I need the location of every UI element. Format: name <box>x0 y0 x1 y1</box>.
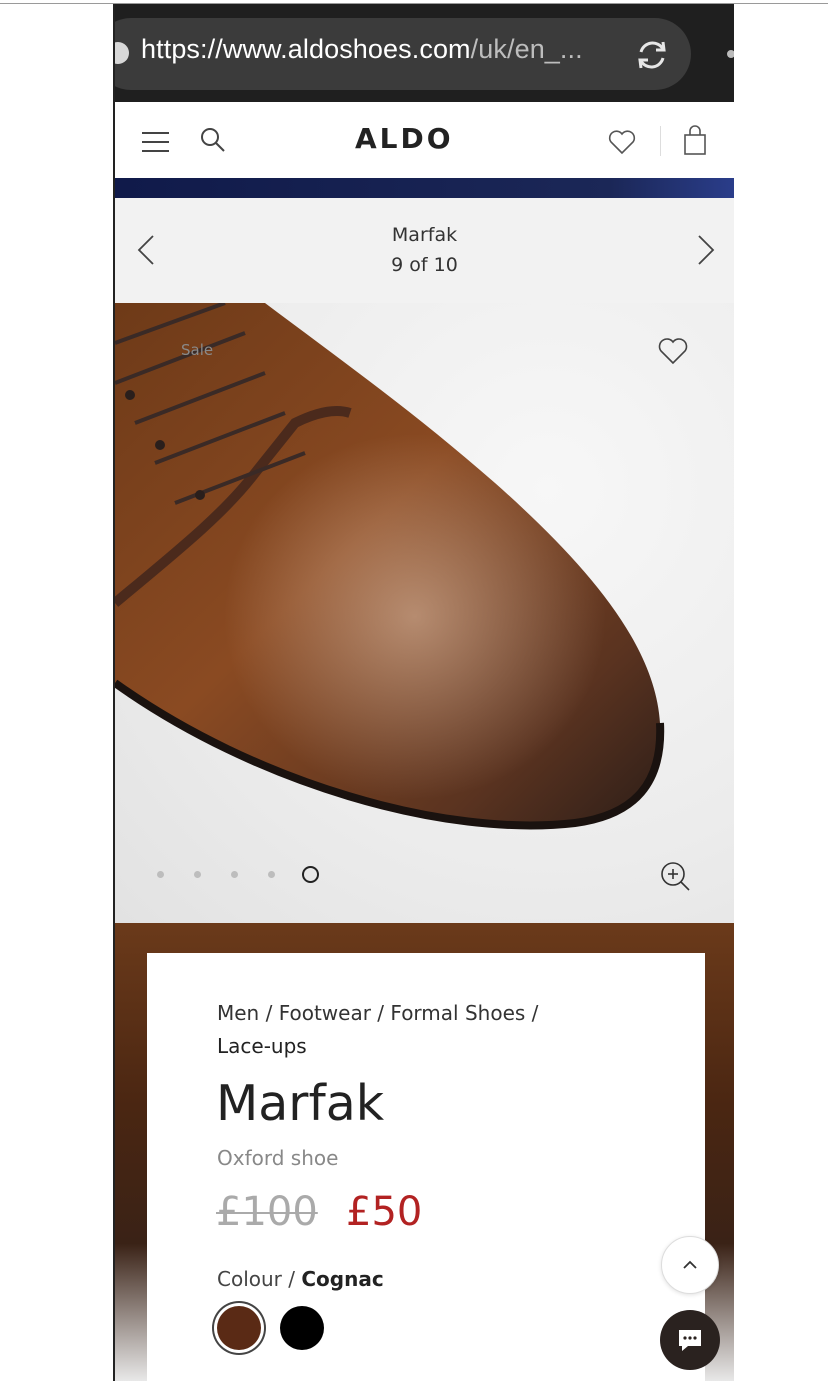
reload-icon[interactable] <box>633 36 671 74</box>
promo-banner[interactable] <box>115 178 734 198</box>
heart-icon[interactable] <box>658 337 688 365</box>
breadcrumb-link-footwear[interactable]: Footwear <box>279 1001 371 1025</box>
product-nav-position: 9 of 10 <box>391 254 458 276</box>
browser-address-bar: https://www.aldoshoes.com/uk/en_... <box>115 4 734 102</box>
brand-logo[interactable]: ALDO <box>355 122 454 155</box>
colour-swatch-cognac[interactable] <box>217 1306 261 1350</box>
original-price: £100 <box>216 1189 318 1235</box>
product-nav-name: Marfak <box>391 224 458 246</box>
chat-button[interactable] <box>660 1310 720 1370</box>
carousel-dot[interactable] <box>268 871 275 878</box>
colour-swatch-black[interactable] <box>280 1306 324 1350</box>
header-divider <box>660 126 661 156</box>
breadcrumb-current: Lace-ups <box>217 1034 307 1058</box>
shoe-photo <box>115 303 665 830</box>
zoom-in-icon[interactable] <box>659 860 691 892</box>
product-title: Marfak <box>216 1075 385 1132</box>
heart-icon[interactable] <box>608 129 636 155</box>
chat-bubble-icon <box>679 1330 701 1351</box>
phone-viewport: https://www.aldoshoes.com/uk/en_... ALDO <box>115 4 734 1381</box>
colour-value: Cognac <box>301 1267 384 1291</box>
product-navigator: Marfak 9 of 10 <box>115 198 734 303</box>
site-header: ALDO <box>115 102 734 178</box>
breadcrumb-link-men[interactable]: Men <box>217 1001 259 1025</box>
product-subtitle: Oxford shoe <box>217 1146 339 1170</box>
url-path: /uk/en_... <box>470 34 583 64</box>
chevron-up-icon <box>683 1260 697 1269</box>
hamburger-icon[interactable] <box>142 132 169 152</box>
search-icon[interactable] <box>199 126 227 154</box>
url-text[interactable]: https://www.aldoshoes.com/uk/en_... <box>141 34 583 65</box>
url-host: https://www.aldoshoes.com <box>141 34 471 64</box>
more-options-icon[interactable] <box>727 50 734 58</box>
shopping-bag-icon[interactable] <box>683 124 707 156</box>
chevron-right-icon[interactable] <box>697 234 715 266</box>
product-image[interactable]: Sale <box>115 303 734 923</box>
sale-badge: Sale <box>181 341 214 359</box>
breadcrumb: Men / Footwear / Formal Shoes / Lace-ups <box>217 1001 539 1058</box>
carousel-dot[interactable] <box>194 871 201 878</box>
carousel-dot[interactable] <box>157 871 164 878</box>
breadcrumb-link-formal-shoes[interactable]: Formal Shoes <box>390 1001 525 1025</box>
product-info-card: Men / Footwear / Formal Shoes / Lace-ups… <box>147 953 705 1381</box>
sale-price: £50 <box>346 1189 423 1235</box>
carousel-dot[interactable] <box>231 871 238 878</box>
carousel-dot-active[interactable] <box>302 866 319 883</box>
colour-label: Colour / Cognac <box>217 1267 384 1291</box>
back-to-top-button[interactable] <box>661 1236 719 1294</box>
